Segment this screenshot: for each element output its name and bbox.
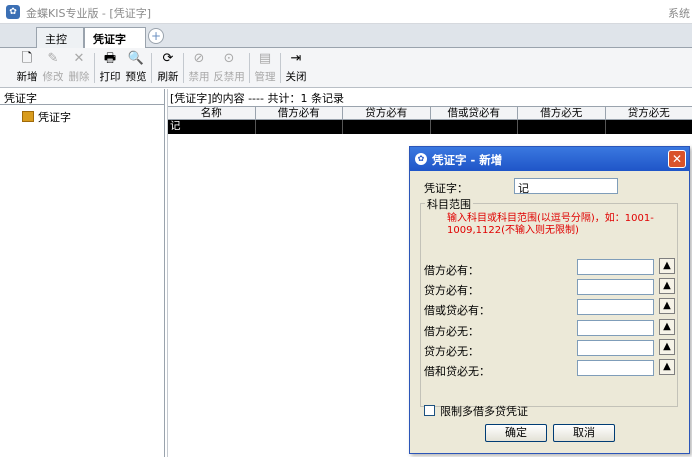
delete-label: 删除 (68, 71, 90, 83)
close-icon[interactable]: ✕ (668, 150, 686, 168)
tree-item-label: 凭证字 (38, 111, 71, 124)
account-range-title: 科目范围 (425, 196, 473, 212)
refresh-label: 刷新 (157, 71, 179, 83)
credit-forbidden-field[interactable] (577, 340, 654, 356)
title-bar: ✿ 金蝶KIS专业版 - [凭证字] 系统 (0, 0, 692, 24)
manage-icon: ▤ (258, 51, 272, 66)
folder-home-icon (22, 111, 34, 122)
print-button[interactable]: 🖶 打印 (97, 51, 123, 85)
table-row[interactable]: 记 (168, 120, 692, 134)
column-header[interactable]: 贷方必有 (343, 107, 431, 119)
account-picker-icon[interactable]: ▲ (659, 298, 675, 314)
window-title: 金蝶KIS专业版 - [凭证字] (26, 7, 151, 20)
toolbar-divider (94, 53, 95, 83)
new-label: 新增 (16, 71, 38, 83)
enable-label: 反禁用 (213, 71, 245, 83)
delete-icon: ✕ (73, 51, 85, 66)
table-cell (256, 120, 343, 134)
grid-caption: [凭证字]的内容 ---- 共计：1 条记录 (170, 92, 344, 105)
debit-forbidden-field[interactable] (577, 320, 654, 336)
account-range-hint: 输入科目或科目范围(以逗号分隔)，如：1001-1009,1122(不输入则无限… (447, 213, 654, 236)
debit-and-credit-forbidden-label: 借和贷必无： (424, 365, 490, 378)
delete-button[interactable]: ✕ 删除 (66, 51, 92, 85)
enable-icon: ⊙ (223, 51, 235, 66)
limit-multi-entry-checkbox[interactable] (424, 405, 435, 416)
table-cell (518, 120, 606, 134)
preview-button[interactable]: 🔍 预览 (123, 51, 149, 85)
account-picker-icon[interactable]: ▲ (659, 258, 675, 274)
table-cell (606, 120, 692, 134)
column-header[interactable]: 借或贷必有 (431, 107, 518, 119)
voucher-word-new-dialog: ✿ 凭证字 - 新增 ✕ 凭证字： 记 科目范围 输入科目或科目范围(以逗号分隔… (409, 146, 690, 454)
account-picker-icon[interactable]: ▲ (659, 339, 675, 355)
disable-icon: ⊘ (193, 51, 205, 66)
column-header[interactable]: 名称 (168, 107, 256, 119)
print-icon: 🖶 (103, 51, 117, 66)
credit-required-field[interactable] (577, 279, 654, 295)
table-cell (431, 120, 518, 134)
tab-voucher-word[interactable]: 凭证字× (84, 27, 146, 60)
add-tab-icon[interactable]: + (148, 28, 164, 44)
edit-label: 修改 (42, 71, 64, 83)
new-button[interactable]: 🗋 新增 (14, 51, 40, 85)
toolbar-divider (280, 53, 281, 83)
close-label: 关闭 (285, 71, 307, 83)
account-picker-icon[interactable]: ▲ (659, 359, 675, 375)
debit-required-field[interactable] (577, 259, 654, 275)
manage-button[interactable]: ▤ 管理 (252, 51, 278, 85)
refresh-icon: ⟳ (162, 51, 174, 66)
preview-label: 预览 (125, 71, 147, 83)
account-picker-icon[interactable]: ▲ (659, 319, 675, 335)
close-button[interactable]: ⇥ 关闭 (283, 51, 309, 85)
column-header[interactable]: 借方必无 (518, 107, 606, 119)
tree-item-voucher-word[interactable]: 凭证字 (22, 109, 71, 125)
debit-or-credit-required-field[interactable] (577, 299, 654, 315)
cancel-button[interactable]: 取消 (553, 424, 615, 442)
debit-forbidden-label: 借方必无： (424, 325, 479, 338)
table-cell (343, 120, 431, 134)
preview-icon: 🔍 (127, 51, 145, 66)
toolbar: 🗋 新增 ✎ 修改 ✕ 删除 🖶 打印 🔍 预览 ⟳ 刷新 ⊘ 禁用 ⊙ 反禁用… (0, 48, 692, 88)
tree-pane-header: 凭证字 (0, 89, 164, 105)
dialog-title: 凭证字 - 新增 (432, 153, 503, 167)
edit-button[interactable]: ✎ 修改 (40, 51, 66, 85)
disable-button[interactable]: ⊘ 禁用 (186, 51, 212, 85)
limit-multi-entry-label: 限制多借多贷凭证 (440, 405, 528, 418)
voucher-word-label: 凭证字： (424, 182, 468, 195)
new-doc-icon: 🗋 (21, 51, 33, 66)
tab-label: 凭证字 (93, 33, 126, 46)
tab-bar: 主控台 凭证字× + (0, 24, 692, 62)
enable-button[interactable]: ⊙ 反禁用 (212, 51, 246, 85)
print-label: 打印 (99, 71, 121, 83)
toolbar-divider (183, 53, 184, 83)
edit-icon: ✎ (47, 51, 59, 66)
kingdee-logo-icon: ✿ (6, 5, 20, 19)
debit-or-credit-required-label: 借或贷必有： (424, 304, 490, 317)
column-header[interactable]: 贷方必无 (606, 107, 692, 119)
refresh-button[interactable]: ⟳ 刷新 (155, 51, 181, 85)
system-menu-label[interactable]: 系统 (668, 5, 690, 21)
ok-button[interactable]: 确定 (485, 424, 547, 442)
column-header[interactable]: 借方必有 (256, 107, 343, 119)
toolbar-divider (249, 53, 250, 83)
table-cell: 记 (168, 120, 256, 134)
debit-and-credit-forbidden-field[interactable] (577, 360, 654, 376)
manage-label: 管理 (254, 71, 276, 83)
tab-main-console[interactable]: 主控台 (36, 27, 84, 62)
grid-header: 名称 借方必有 贷方必有 借或贷必有 借方必无 贷方必无 (168, 106, 692, 120)
toolbar-divider (151, 53, 152, 83)
close-door-icon: ⇥ (290, 51, 302, 66)
debit-required-label: 借方必有： (424, 264, 479, 277)
tree-pane: 凭证字 凭证字 (0, 89, 165, 457)
dialog-title-bar[interactable]: ✿ 凭证字 - 新增 ✕ (410, 147, 689, 171)
credit-required-label: 贷方必有： (424, 284, 479, 297)
credit-forbidden-label: 贷方必无： (424, 345, 479, 358)
account-picker-icon[interactable]: ▲ (659, 278, 675, 294)
disable-label: 禁用 (188, 71, 210, 83)
kingdee-logo-icon: ✿ (415, 153, 427, 165)
voucher-word-field[interactable]: 记 (514, 178, 618, 195)
